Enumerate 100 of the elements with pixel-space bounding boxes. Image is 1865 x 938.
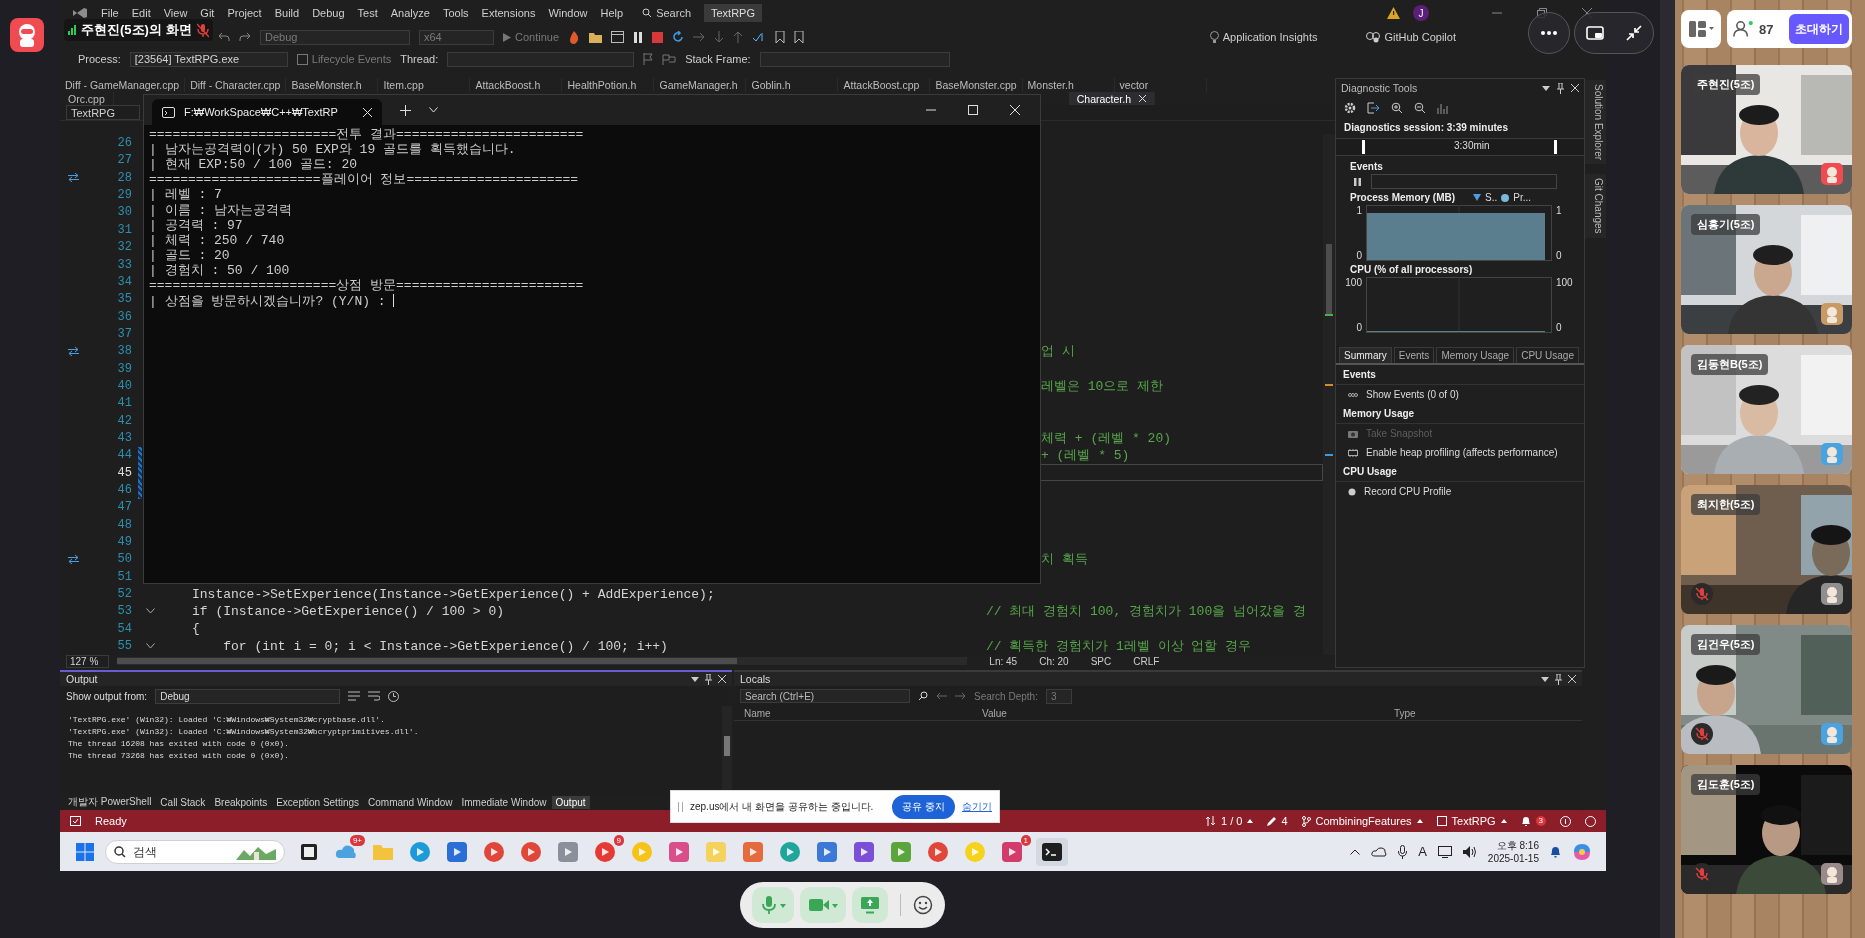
drag-handle[interactable]: [678, 801, 683, 812]
hide-link[interactable]: 숨기기: [962, 799, 992, 814]
document-tab[interactable]: Character.h: [1068, 92, 1156, 106]
bookmark-icon[interactable]: [794, 31, 805, 43]
step-down-icon[interactable]: [714, 31, 725, 43]
menu-item[interactable]: Tools: [442, 7, 469, 19]
participants-icon[interactable]: [1733, 19, 1755, 39]
back-arrow-icon[interactable]: [936, 692, 947, 700]
info-circle-icon[interactable]: [1560, 815, 1571, 827]
account-avatar[interactable]: J: [1413, 5, 1429, 21]
bell-icon[interactable]: [1550, 845, 1561, 858]
wrap-lines-icon[interactable]: [348, 691, 361, 701]
zoom-out-icon[interactable]: [1414, 102, 1426, 114]
settings-icon[interactable]: [1344, 102, 1356, 114]
warning-icon[interactable]: [1387, 7, 1400, 19]
input-method-indicator[interactable]: A: [1418, 844, 1427, 859]
panel-tab[interactable]: Events: [1393, 347, 1435, 363]
continue-button[interactable]: Continue: [503, 31, 560, 43]
close-icon[interactable]: [718, 675, 726, 683]
panel-tab[interactable]: CPU Usage: [1516, 347, 1579, 363]
stop-icon[interactable]: [652, 31, 664, 43]
checkbox-icon[interactable]: [296, 53, 308, 65]
menu-item[interactable]: Edit: [131, 7, 151, 19]
panel-tab[interactable]: Command Window: [364, 795, 457, 809]
menu-item[interactable]: Test: [357, 7, 378, 19]
flame-icon[interactable]: [568, 30, 581, 44]
column-header[interactable]: Name: [734, 707, 972, 719]
section-title[interactable]: Process Memory (MB): [1350, 192, 1456, 203]
process-dropdown[interactable]: [23564] TextRPG.exe: [129, 51, 288, 67]
square-app-icon[interactable]: [742, 840, 764, 863]
search-depth-dropdown[interactable]: 3: [1045, 688, 1072, 704]
panel-tab[interactable]: Call Stack: [156, 795, 210, 809]
undo-icon[interactable]: [218, 32, 230, 42]
microphone-button[interactable]: [752, 886, 794, 923]
panel-tab[interactable]: Output: [551, 795, 590, 809]
bookmark-icon[interactable]: [775, 31, 786, 43]
platform-dropdown[interactable]: x64: [419, 29, 494, 45]
column-header[interactable]: Value: [972, 707, 1384, 719]
bell-icon[interactable]: [1520, 815, 1531, 827]
plus-icon[interactable]: [400, 104, 411, 116]
pause-icon[interactable]: [633, 31, 644, 43]
dropdown-arrow-icon[interactable]: [1542, 85, 1550, 91]
scroll-bar[interactable]: [117, 657, 968, 666]
layout-button[interactable]: [1681, 10, 1721, 48]
zoom-in-icon[interactable]: [1391, 102, 1403, 114]
collapse-chevron-icon[interactable]: [146, 643, 155, 650]
restart-icon[interactable]: [672, 31, 685, 43]
application-insights-button[interactable]: Application Insights: [1209, 31, 1318, 43]
forward-arrow-icon[interactable]: [955, 692, 966, 700]
folder-icon[interactable]: [589, 31, 603, 43]
scroll-bar[interactable]: [1323, 134, 1335, 655]
stop-sharing-button[interactable]: 공유 중지: [892, 794, 955, 819]
picture-in-picture-icon[interactable]: [1586, 26, 1604, 40]
goggles-icon[interactable]: [1366, 31, 1381, 43]
panel-tab[interactable]: Exception Settings: [272, 795, 363, 809]
maximize-icon[interactable]: [968, 105, 978, 115]
branch-selector[interactable]: CombiningFeatures: [1301, 815, 1423, 827]
output-source-dropdown[interactable]: Debug: [155, 688, 341, 704]
clock-icon[interactable]: [388, 690, 400, 702]
redo-icon[interactable]: [239, 32, 251, 42]
changes-indicator[interactable]: 1 / 0: [1206, 815, 1254, 827]
section-title[interactable]: Events: [1336, 158, 1584, 174]
terminal-tab[interactable]: F:₩WorkSpace₩C++₩TextRP: [152, 99, 382, 125]
search-field[interactable]: Search (Ctrl+E): [740, 689, 910, 703]
chevron-down-icon[interactable]: [429, 107, 438, 113]
menu-item[interactable]: Window: [548, 7, 588, 19]
menu-item[interactable]: Debug: [312, 7, 345, 19]
word-wrap-icon[interactable]: [368, 691, 381, 701]
indent-indicator[interactable]: SPC: [1090, 655, 1112, 667]
clock-time[interactable]: 오후 8:16: [1496, 838, 1539, 852]
zoom-dropdown[interactable]: 127 %: [66, 654, 110, 668]
flags-icon[interactable]: [662, 53, 677, 65]
windows-logo-icon[interactable]: [76, 842, 94, 861]
edits-indicator[interactable]: 4: [1267, 815, 1288, 827]
pin-icon[interactable]: [1555, 673, 1562, 685]
cloud-icon[interactable]: [1371, 846, 1388, 857]
menu-item[interactable]: Build: [274, 7, 300, 19]
play-icon[interactable]: [594, 840, 616, 863]
copilot-button[interactable]: GitHub Copilot: [1366, 31, 1456, 43]
chevron-up-icon[interactable]: [1350, 848, 1361, 855]
pin-icon[interactable]: [705, 673, 712, 685]
smiley-icon[interactable]: [913, 894, 933, 915]
swirl-logo-icon[interactable]: [1572, 841, 1592, 862]
round-logo-icon[interactable]: [520, 840, 542, 863]
play-icon[interactable]: [503, 32, 511, 42]
lifecycle-events-button[interactable]: Lifecycle Events: [296, 53, 392, 65]
screen-share-button[interactable]: [852, 886, 888, 923]
timeline-ruler[interactable]: 3:30min: [1336, 138, 1584, 156]
panel-tab[interactable]: Breakpoints: [210, 795, 272, 809]
configuration-dropdown[interactable]: Debug: [260, 29, 410, 45]
menu-item[interactable]: File: [101, 7, 119, 19]
dropdown-arrow-icon[interactable]: [1541, 676, 1549, 682]
flag-icon[interactable]: [643, 53, 654, 65]
close-icon[interactable]: [1571, 84, 1579, 92]
speaker-icon[interactable]: [1462, 845, 1477, 858]
line-ending-indicator[interactable]: CRLF: [1133, 655, 1160, 667]
search-icon[interactable]: [918, 691, 928, 701]
diagnostic-action[interactable]: Enable heap profiling (affects performance): [1336, 443, 1584, 462]
section-title[interactable]: CPU (% of all processors): [1336, 261, 1584, 277]
round-logo-icon[interactable]: [779, 840, 801, 863]
